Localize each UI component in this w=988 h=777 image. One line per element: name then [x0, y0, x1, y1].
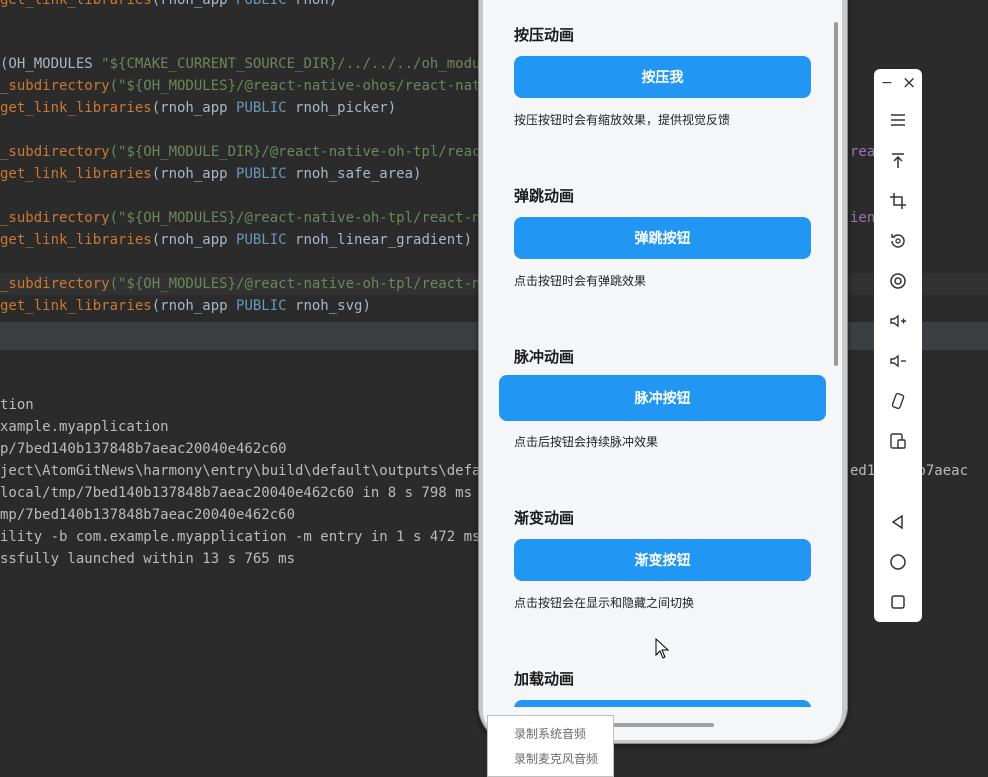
code-line: _subdirectory("${OH_MODULE_DIR}/@react-n…: [0, 144, 506, 160]
code-line-overflow: rea: [850, 144, 876, 160]
section-title: 渐变动画: [514, 509, 575, 527]
pulse-animation-button[interactable]: 脉冲按钮: [499, 375, 826, 421]
rotate-icon[interactable]: [888, 231, 908, 251]
scrollbar[interactable]: [834, 22, 838, 366]
back-icon[interactable]: [888, 512, 908, 532]
console-line: p/7bed140b137848b7aeac20040e462c60: [0, 441, 287, 457]
record-mic-audio-item[interactable]: 录制麦克风音频: [514, 750, 598, 767]
emulator-toolbar: − ×: [874, 69, 922, 622]
section-title: 脉冲动画: [514, 348, 575, 366]
console-line: xample.myapplication: [0, 419, 169, 435]
section-title: 加载动画: [514, 670, 575, 688]
code-line: get_link_libraries(rnoh_app PUBLIC rnoh_…: [0, 298, 371, 314]
code-line: _subdirectory("${OH_MODULES}/@react-nati…: [0, 210, 506, 226]
code-line: get_link_libraries(rnoh_app PUBLIC rnoh): [0, 0, 338, 8]
console-line: ility -b com.example.myapplication -m en…: [0, 529, 481, 545]
home-icon[interactable]: [888, 552, 908, 572]
fade-animation-button[interactable]: 渐变按钮: [514, 539, 811, 581]
home-indicator[interactable]: [613, 723, 714, 727]
code-line-overflow: ien: [850, 210, 876, 226]
console-line: ssfully launched within 13 s 765 ms: [0, 551, 296, 567]
menu-icon[interactable]: [888, 110, 908, 130]
section-description: 点击后按钮会持续脉冲效果: [514, 435, 659, 449]
section-description: 点击按钮会在显示和隐藏之间切换: [514, 596, 695, 610]
volume-up-icon[interactable]: [888, 311, 908, 331]
section-description: 点击按钮时会有弹跳效果: [514, 274, 647, 288]
console-line: tion: [0, 397, 34, 413]
section-title: 弹跳动画: [514, 187, 575, 205]
bounce-animation-button[interactable]: 弹跳按钮: [514, 217, 811, 259]
code-line: get_link_libraries(rnoh_app PUBLIC rnoh_…: [0, 100, 397, 116]
code-line: (OH_MODULES "${CMAKE_CURRENT_SOURCE_DIR}…: [0, 56, 515, 72]
console-line: ject\AtomGitNews\harmony\entry\build\def…: [0, 463, 506, 479]
crop-icon[interactable]: [888, 191, 908, 211]
shake-icon[interactable]: [888, 391, 908, 411]
volume-down-icon[interactable]: [888, 351, 908, 371]
code-line: _subdirectory("${OH_MODULES}/@react-nati…: [0, 78, 506, 94]
screenshot-icon[interactable]: [888, 271, 908, 291]
phone-screen[interactable]: 按压动画 按压我 按压按钮时会有缩放效果，提供视觉反馈 弹跳动画 弹跳按钮 点击…: [483, 0, 842, 740]
toolbar-window-controls: − ×: [874, 73, 922, 95]
code-line: _subdirectory("${OH_MODULES}/@react-nati…: [0, 276, 506, 292]
recents-icon[interactable]: [888, 592, 908, 612]
close-button[interactable]: ×: [902, 73, 916, 93]
pin-top-icon[interactable]: [888, 151, 908, 171]
minimize-button[interactable]: −: [881, 75, 893, 91]
code-line: get_link_libraries(rnoh_app PUBLIC rnoh_…: [0, 166, 422, 182]
record-system-audio-item[interactable]: 录制系统音频: [514, 725, 586, 742]
console-line: local/tmp/7bed140b137848b7aeac20040e462c…: [0, 485, 473, 501]
press-animation-button[interactable]: 按压我: [514, 56, 811, 98]
console-line: mp/7bed140b137848b7aeac20040e462c60: [0, 507, 296, 523]
mouse-cursor-icon: [655, 638, 669, 659]
multi-screen-icon[interactable]: [888, 431, 908, 451]
code-line: get_link_libraries(rnoh_app PUBLIC rnoh_…: [0, 232, 473, 248]
section-title: 按压动画: [514, 26, 575, 44]
section-description: 按压按钮时会有缩放效果，提供视觉反馈: [514, 113, 731, 127]
